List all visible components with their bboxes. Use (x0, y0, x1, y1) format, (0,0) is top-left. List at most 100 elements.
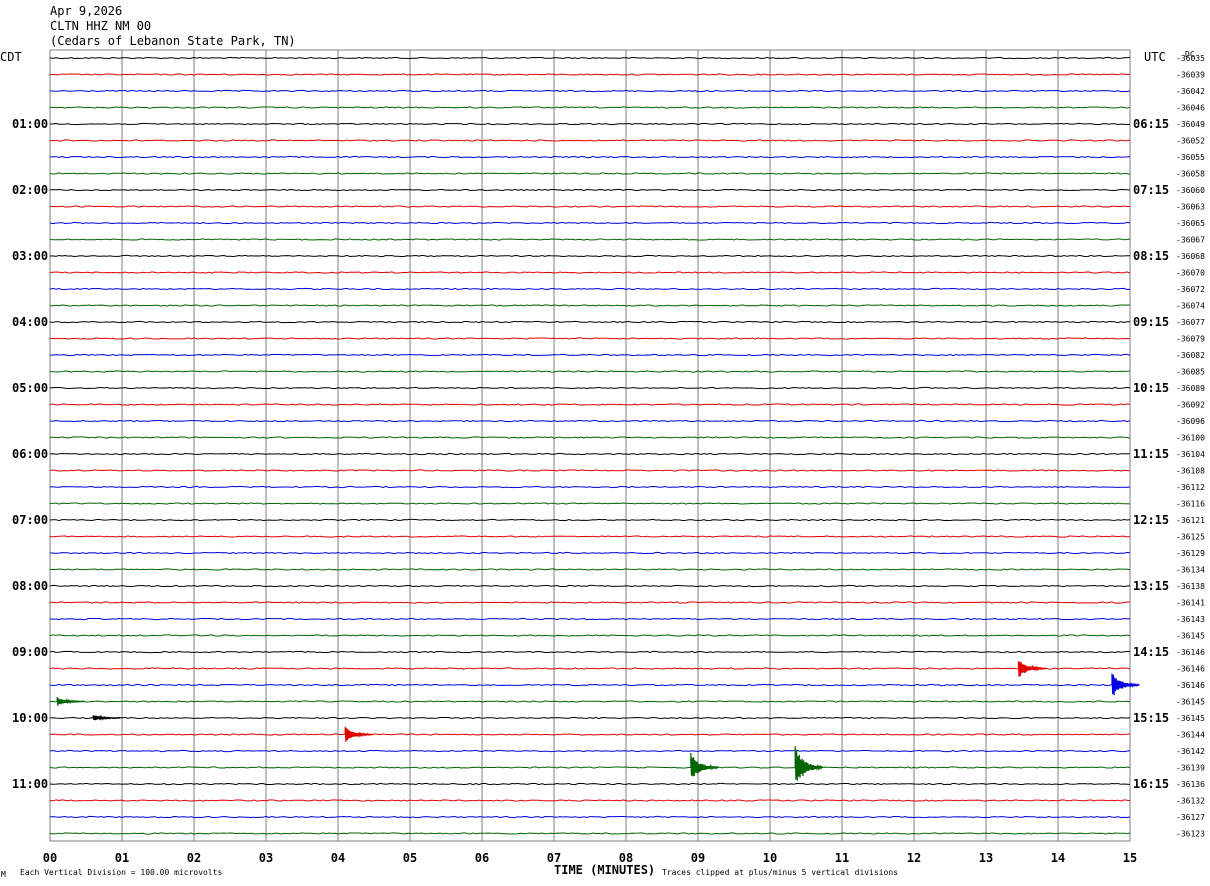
left-hour-label: 02:00 (12, 183, 48, 197)
right-hour-label: 14:15 (1133, 645, 1169, 659)
dc-offset-label: -36123 (1176, 830, 1205, 839)
dc-offset-label: -36042 (1176, 87, 1205, 96)
dc-offset-label: -36143 (1176, 615, 1205, 624)
dc-offset-label: -36129 (1176, 549, 1205, 558)
left-hour-label: 07:00 (12, 513, 48, 527)
left-hour-label: 03:00 (12, 249, 48, 263)
dc-offset-label: -36139 (1176, 764, 1205, 773)
x-tick-label: 03 (259, 851, 273, 865)
right-hour-label: 13:15 (1133, 579, 1169, 593)
trace-line (49, 634, 1131, 637)
dc-offset-label: -36134 (1176, 566, 1205, 575)
trace-line (49, 56, 1131, 60)
trace-line (49, 667, 1131, 670)
x-tick-label: 09 (691, 851, 705, 865)
header-channel: CLTN HHZ NM 00 (50, 19, 151, 33)
header: Apr 9,2026 CLTN HHZ NM 00 (Cedars of Leb… (50, 4, 296, 48)
dc-offset-label: -36070 (1176, 269, 1205, 278)
dc-offset-label: -36082 (1176, 351, 1205, 360)
trace-line (49, 238, 1131, 241)
dc-offset-label: -36132 (1176, 797, 1205, 806)
dc-offset-label: -36138 (1176, 582, 1205, 591)
dc-offset-label: -36142 (1176, 747, 1205, 756)
dc-offset-label: -36065 (1176, 219, 1205, 228)
trace-line (50, 551, 1131, 555)
left-hour-label: 08:00 (12, 579, 48, 593)
trace-line (49, 353, 1131, 357)
dc-offset-label: -36068 (1176, 252, 1205, 261)
dc-offset-label: -36100 (1176, 434, 1205, 443)
x-tick-label: 11 (835, 851, 849, 865)
dc-offset-label: -36104 (1176, 450, 1205, 459)
trace-line (49, 683, 1131, 687)
x-tick-label: 06 (475, 851, 489, 865)
dc-offset-label: -36116 (1176, 500, 1205, 509)
dc-offset-label: -36112 (1176, 483, 1205, 492)
dc-offset-label: -36136 (1176, 780, 1205, 789)
trace-line (49, 535, 1131, 538)
right-hour-label: 07:15 (1133, 183, 1169, 197)
trace-line (49, 403, 1131, 406)
dc-offset-label: -36127 (1176, 813, 1205, 822)
trace-line (49, 419, 1131, 423)
scale-note: Each Vertical Division = 100.00 microvol… (20, 868, 222, 877)
helicorder-chart: Apr 9,2026 CLTN HHZ NM 00 (Cedars of Leb… (0, 4, 1205, 879)
dc-offset-label: -36077 (1176, 318, 1205, 327)
left-hour-label: 01:00 (12, 117, 48, 131)
trace-line (49, 716, 1131, 720)
trace-line (49, 271, 1131, 274)
dc-offset-label: -36067 (1176, 236, 1205, 245)
right-hour-label: 12:15 (1133, 513, 1169, 527)
trace-line (49, 386, 1131, 390)
chart-frame (49, 49, 1131, 842)
trace-line (49, 584, 1131, 588)
trace-line (49, 502, 1131, 505)
trace-line (49, 749, 1131, 753)
trace-line (49, 766, 1131, 769)
dc-offset-label: -36060 (1176, 186, 1205, 195)
trace-line (49, 733, 1131, 736)
dc-offset-label: -36141 (1176, 599, 1205, 608)
trace-line (49, 139, 1131, 142)
trace-line (50, 89, 1131, 93)
trace-line (49, 304, 1131, 307)
dc-offset-label: -36144 (1176, 731, 1205, 740)
trace-line (49, 205, 1130, 208)
dc-offset-label: -36092 (1176, 401, 1205, 410)
trace-line (49, 172, 1131, 175)
dc-offset-label: -36085 (1176, 368, 1205, 377)
right-hour-label: 10:15 (1133, 381, 1169, 395)
trace-line (49, 155, 1131, 159)
dc-offset-label: -36125 (1176, 533, 1205, 542)
trace-line (49, 221, 1131, 225)
trace-line (49, 73, 1131, 76)
right-hour-label: 09:15 (1133, 315, 1169, 329)
trace-line (49, 617, 1131, 621)
x-tick-label: 01 (115, 851, 129, 865)
right-hour-label: 15:15 (1133, 711, 1169, 725)
left-hour-label: 06:00 (12, 447, 48, 461)
trace-line (49, 452, 1131, 456)
trace-line (49, 320, 1131, 324)
dc-offset-label: -36145 (1176, 698, 1205, 707)
seismic-event (1111, 673, 1140, 696)
dc-offset-label: -36121 (1176, 516, 1205, 525)
trace-line (49, 337, 1131, 340)
dc-offset-label: -36096 (1176, 417, 1205, 426)
grid (49, 49, 1131, 842)
dc-offset-label: -36089 (1176, 384, 1205, 393)
seismic-event (344, 726, 373, 742)
seismic-event (1017, 661, 1047, 678)
dc-offset-labels: -36035 -36039 -36042 -36046 -36049 -36052 -360… (1176, 54, 1205, 839)
dc-offset-label: -36146 (1176, 681, 1205, 690)
x-tick-label: 00 (43, 851, 57, 865)
trace-line (49, 469, 1131, 472)
x-tick-label: 15 (1123, 851, 1137, 865)
seismic-event (690, 752, 719, 777)
x-tick-label: 14 (1051, 851, 1065, 865)
dc-offset-label: -36049 (1176, 120, 1205, 129)
x-tick-label: 04 (331, 851, 345, 865)
left-hour-label: 05:00 (12, 381, 48, 395)
dc-offset-label: -36072 (1176, 285, 1205, 294)
trace-line (49, 782, 1131, 786)
